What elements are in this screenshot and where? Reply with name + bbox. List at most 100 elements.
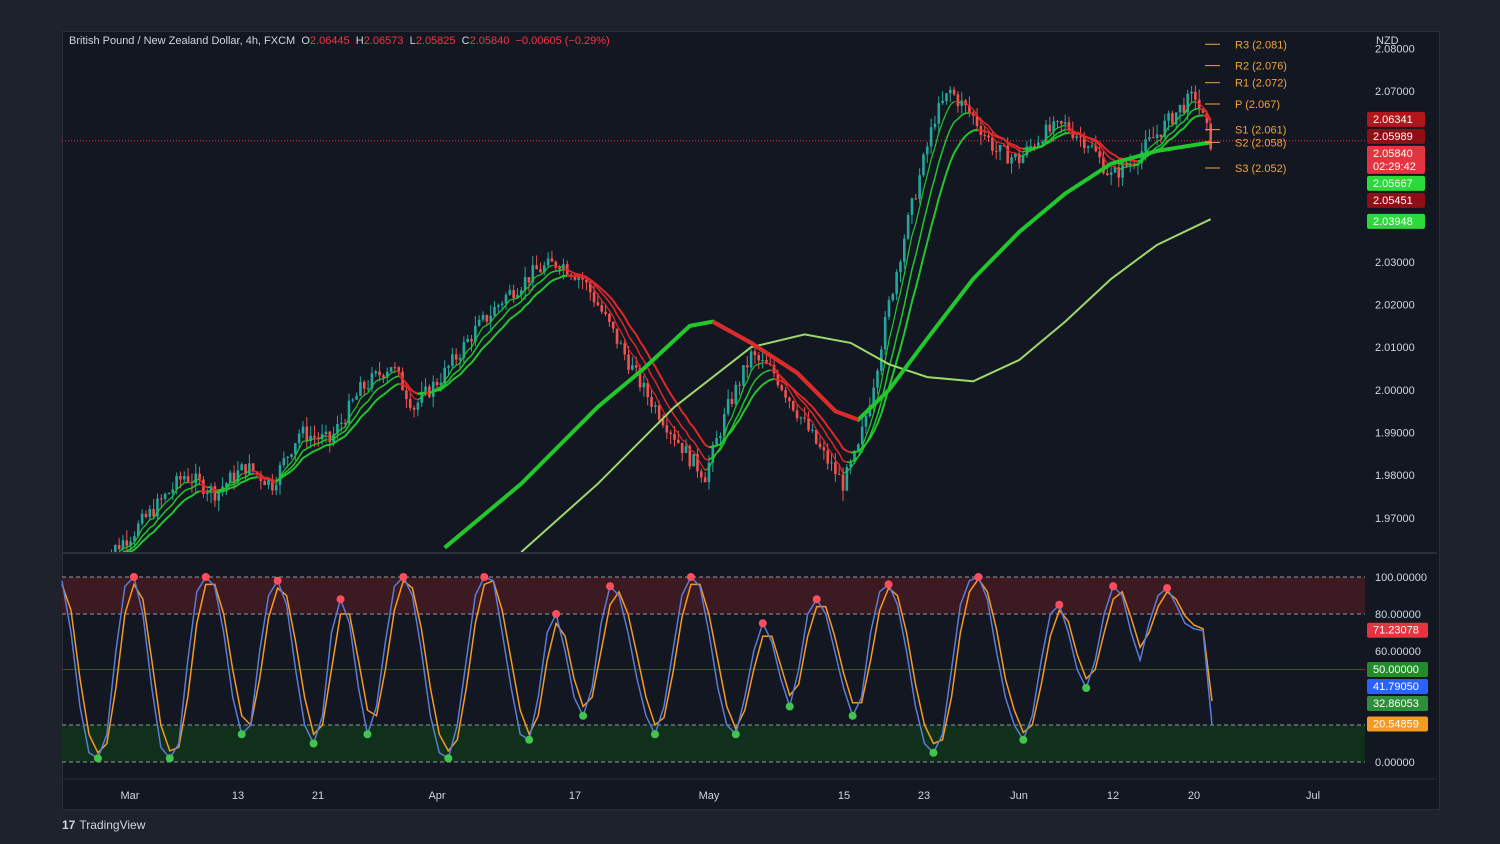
ema-segment (854, 450, 859, 454)
candle-body (290, 454, 293, 457)
candle (876, 368, 879, 395)
ema-segment (953, 118, 959, 123)
ema-segment (892, 336, 898, 354)
overbought-dot (812, 595, 821, 604)
main-moving-average (443, 140, 1212, 550)
ema-segment (922, 242, 929, 258)
ema-segment (803, 398, 810, 404)
ema-segment (643, 373, 649, 382)
ema-segment (1190, 116, 1196, 121)
ema-segment (168, 495, 174, 501)
ema-segment (1175, 130, 1181, 136)
ema-segment (171, 507, 178, 514)
ema-segment (1049, 130, 1055, 137)
ema-segment (788, 384, 794, 390)
ema-segment (551, 264, 556, 267)
candle (650, 388, 653, 413)
ema-segment (735, 412, 741, 420)
ema-segment (160, 510, 166, 517)
time-tick-label: 15 (838, 790, 850, 802)
ema-segment (884, 367, 890, 386)
ema-segment (754, 363, 760, 367)
candle (428, 384, 431, 399)
candle-body (324, 431, 328, 435)
candle (221, 477, 224, 497)
oversold-dot (1082, 684, 1091, 692)
candle (680, 442, 684, 461)
ema-segment (317, 446, 323, 451)
ema-segment (1083, 135, 1089, 139)
ema-segment (474, 352, 480, 359)
ema-segment (367, 395, 373, 402)
price-badges: 2.06341 2.05989 2.0584002:29:42 2.05667 2.05… (1367, 111, 1425, 229)
ema-segment (988, 131, 993, 136)
ema-segment (746, 370, 752, 382)
ema-segment (145, 533, 151, 540)
ema-segment (800, 399, 806, 405)
ema-segment (482, 334, 488, 339)
ema-segment (183, 488, 189, 492)
ema-segment (766, 362, 771, 365)
countdown-label: 02:29:42 (1373, 161, 1416, 173)
ema-segment (532, 293, 538, 299)
ema-segment (547, 280, 553, 285)
candle-body (362, 382, 366, 389)
ema-segment (1171, 128, 1177, 134)
candle (412, 405, 416, 418)
ema-segment (543, 283, 549, 289)
ema-segment (1110, 152, 1116, 157)
ema-segment (914, 272, 921, 289)
ema-segment (1183, 123, 1189, 130)
ema-segment (662, 396, 668, 404)
candle-body (382, 375, 385, 378)
ema-segment (516, 309, 522, 315)
candle (761, 351, 764, 369)
ema-segment (175, 503, 182, 509)
ema-segment (1034, 146, 1039, 149)
candle (186, 468, 190, 484)
symbol-title: British Pound / New Zealand Dollar, 4h, … (69, 35, 296, 47)
ema-segment (624, 326, 630, 337)
ema-segment (734, 418, 741, 426)
candle (964, 99, 967, 115)
candle (745, 356, 749, 378)
candle (263, 479, 266, 486)
ema-segment (191, 484, 197, 489)
candle-body (631, 365, 634, 370)
candle (899, 259, 902, 283)
ema-segment (681, 439, 687, 443)
ema-segment (957, 114, 963, 120)
chart-canvas[interactable]: R3 (2.081) R2 (2.076) R1 (2.072) P (2.067) S… (0, 0, 1500, 844)
oversold-dot (1019, 735, 1028, 744)
ema-segment (842, 447, 848, 452)
oversold-dot (93, 754, 102, 763)
ema-segment (505, 308, 511, 314)
candle-body (351, 399, 355, 401)
time-tick-label: Jun (1010, 790, 1028, 802)
time-tick-label: 23 (918, 790, 930, 802)
candle-body (922, 154, 925, 176)
candle (512, 284, 515, 304)
ema-segment (727, 430, 733, 436)
candle-body (811, 429, 814, 431)
candle (719, 432, 722, 444)
ema-segment (137, 541, 143, 547)
candle-body (998, 144, 1002, 152)
candle-body (891, 293, 895, 301)
ema-segment (470, 349, 476, 356)
ema-segment (341, 426, 346, 430)
ema-segment (620, 310, 626, 318)
ema-segment (888, 324, 894, 341)
candle-body (1190, 91, 1193, 94)
candle-body (424, 386, 427, 392)
ema-segment (666, 403, 672, 411)
ema-segment (746, 386, 752, 397)
ema-segment (949, 152, 956, 163)
ema-segment (597, 294, 603, 301)
overbought-dot (884, 580, 893, 589)
tradingview-logo[interactable]: 17 TradingView (62, 818, 145, 832)
candle-body (615, 328, 619, 344)
ema-segment (1057, 134, 1062, 138)
price-axis: NZD2.080002.070002.030002.020002.010002.… (1375, 35, 1415, 525)
candle-body (1182, 104, 1186, 113)
